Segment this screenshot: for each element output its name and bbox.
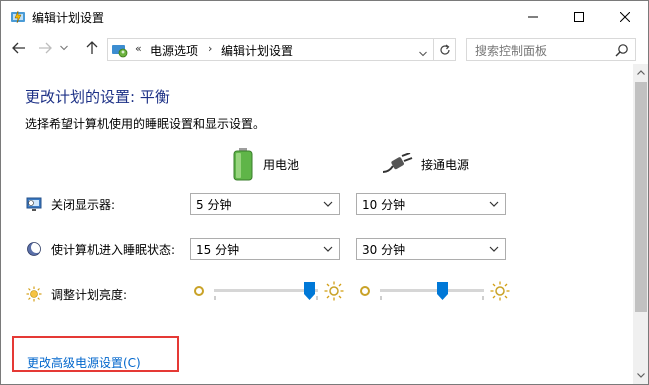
breadcrumb-power-options[interactable]: 电源选项 xyxy=(150,42,198,59)
back-button[interactable] xyxy=(9,38,29,58)
battery-column-header: 用电池 xyxy=(231,147,299,181)
arrow-right-icon xyxy=(39,42,52,54)
power-options-icon xyxy=(10,9,26,25)
breadcrumb-edit-plan[interactable]: 编辑计划设置 xyxy=(221,42,293,59)
power-plug-icon xyxy=(382,153,413,173)
brightness-plugged-slider[interactable] xyxy=(356,280,516,302)
address-bar[interactable]: « 电源选项 › 编辑计划设置 xyxy=(107,38,434,61)
dim-brightness-icon xyxy=(360,286,370,296)
brightness-label: 调整计划亮度: xyxy=(51,287,128,302)
close-icon xyxy=(620,11,630,22)
moon-icon xyxy=(25,240,43,258)
scroll-down-button[interactable] xyxy=(633,367,648,384)
slider-thumb[interactable] xyxy=(304,282,316,300)
address-overflow-chevron[interactable]: « xyxy=(135,42,142,55)
advanced-power-settings-link[interactable]: 更改高级电源设置(C) xyxy=(27,354,141,371)
chevron-down-icon xyxy=(637,373,645,378)
chevron-down-icon xyxy=(60,45,68,51)
window-title: 编辑计划设置 xyxy=(32,11,105,25)
battery-column-label: 用电池 xyxy=(263,157,300,172)
maximize-button[interactable] xyxy=(556,1,602,32)
forward-button[interactable] xyxy=(35,38,55,58)
navigation-bar: « 电源选项 › 编辑计划设置 搜索控制面板 xyxy=(1,32,648,64)
minimize-button[interactable] xyxy=(510,1,556,32)
sleep-plugged-value: 30 分钟 xyxy=(362,242,406,257)
monitor-icon xyxy=(25,195,43,213)
title-bar: 编辑计划设置 xyxy=(1,1,648,32)
plugged-column-header: 接通电源 xyxy=(381,147,469,181)
page-title: 更改计划的设置: 平衡 xyxy=(25,88,170,106)
slider-track xyxy=(380,289,484,292)
breadcrumb-separator: › xyxy=(208,42,213,55)
page-description: 选择希望计算机使用的睡眠设置和显示设置。 xyxy=(25,117,266,131)
search-input[interactable]: 搜索控制面板 xyxy=(475,42,547,59)
control-panel-icon xyxy=(111,41,128,58)
refresh-icon xyxy=(439,44,450,55)
main-content: 更改计划的设置: 平衡 选择希望计算机使用的睡眠设置和显示设置。 用电池 接通电… xyxy=(1,64,633,384)
scroll-up-button[interactable] xyxy=(633,64,648,81)
slider-track xyxy=(214,289,318,292)
arrow-up-icon xyxy=(86,41,98,54)
sleep-battery-value: 15 分钟 xyxy=(196,242,240,257)
sleep-plugged-select[interactable]: 30 分钟 xyxy=(356,238,506,260)
refresh-button[interactable] xyxy=(434,38,456,61)
display-off-battery-select[interactable]: 5 分钟 xyxy=(190,193,340,215)
up-button[interactable] xyxy=(82,38,102,58)
brightness-icon xyxy=(25,285,43,303)
chevron-down-icon xyxy=(323,201,333,207)
chevron-down-icon xyxy=(489,246,499,252)
close-button[interactable] xyxy=(602,1,648,32)
chevron-down-icon xyxy=(323,246,333,252)
maximize-icon xyxy=(574,11,584,22)
scrollbar-thumb[interactable] xyxy=(635,82,647,312)
slider-thumb[interactable] xyxy=(436,282,448,300)
search-icon[interactable] xyxy=(615,43,629,57)
search-box[interactable]: 搜索控制面板 xyxy=(466,38,636,61)
slider-ticks xyxy=(380,296,484,300)
address-dropdown-icon[interactable] xyxy=(419,46,427,60)
brightness-battery-slider[interactable] xyxy=(190,280,350,302)
edit-plan-window: 编辑计划设置 « 电源选项 › 编辑计划设置 搜索控制面板 更改计划的设置: 平… xyxy=(0,0,649,385)
bright-brightness-icon xyxy=(324,281,344,301)
display-off-battery-value: 5 分钟 xyxy=(196,197,232,212)
sleep-row-label: 使计算机进入睡眠状态: xyxy=(25,238,175,260)
vertical-scrollbar[interactable] xyxy=(633,64,648,384)
display-off-label: 关闭显示器: xyxy=(51,197,116,212)
chevron-up-icon xyxy=(637,70,645,75)
minimize-icon xyxy=(528,16,538,17)
recent-locations-button[interactable] xyxy=(57,38,71,58)
display-off-row-label: 关闭显示器: xyxy=(25,193,115,215)
sleep-battery-select[interactable]: 15 分钟 xyxy=(190,238,340,260)
dim-brightness-icon xyxy=(194,286,204,296)
display-off-plugged-value: 10 分钟 xyxy=(362,197,406,212)
bright-brightness-icon xyxy=(490,281,510,301)
slider-ticks xyxy=(214,296,318,300)
chevron-down-icon xyxy=(489,201,499,207)
brightness-row-label: 调整计划亮度: xyxy=(25,283,127,305)
arrow-left-icon xyxy=(12,42,25,54)
display-off-plugged-select[interactable]: 10 分钟 xyxy=(356,193,506,215)
plugged-column-label: 接通电源 xyxy=(421,157,470,172)
battery-icon xyxy=(233,148,253,181)
sleep-label: 使计算机进入睡眠状态: xyxy=(51,242,176,257)
